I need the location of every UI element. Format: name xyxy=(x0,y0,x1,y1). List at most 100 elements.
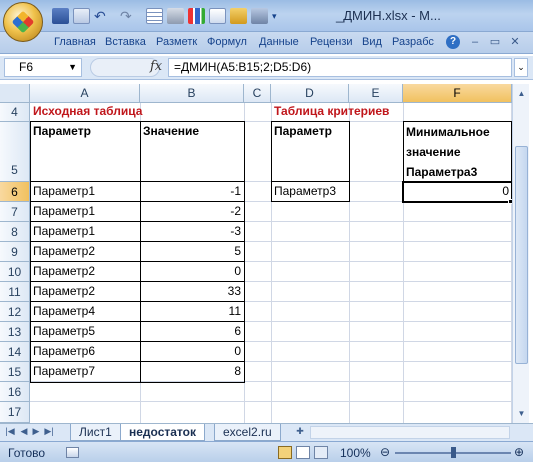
vertical-scrollbar[interactable]: ▲ ▼ xyxy=(512,84,529,423)
row-header-14[interactable]: 14 xyxy=(0,342,30,362)
tab-developer[interactable]: Разрабс xyxy=(392,36,434,48)
table-row-value[interactable]: 6 xyxy=(140,322,244,341)
cell-d6[interactable]: Параметр3 xyxy=(271,182,349,201)
tab-formulas[interactable]: Формул xyxy=(207,36,247,48)
insert-function-icon[interactable]: fx xyxy=(150,59,162,74)
sheet-tab-nedostatok[interactable]: недостаток xyxy=(120,424,205,441)
row-header-9[interactable]: 9 xyxy=(0,242,30,262)
sheet-tab-excel2[interactable]: excel2.ru xyxy=(214,424,281,441)
table-row-param[interactable]: Параметр1 xyxy=(30,222,140,241)
row-header-13[interactable]: 13 xyxy=(0,322,30,342)
row-header-7[interactable]: 7 xyxy=(0,202,30,222)
row-header-8[interactable]: 8 xyxy=(0,222,30,242)
hscroll-area[interactable] xyxy=(310,426,510,439)
cell-b5[interactable]: Значение xyxy=(140,122,244,141)
table-icon[interactable] xyxy=(146,8,163,24)
help-icon[interactable]: ? xyxy=(446,35,460,49)
column-header-c[interactable]: C xyxy=(244,84,271,103)
zoom-level[interactable]: 100% xyxy=(340,446,371,460)
table-row-value[interactable]: -3 xyxy=(140,222,244,241)
table-row-value[interactable]: 5 xyxy=(140,242,244,261)
cell-a5[interactable]: Параметр xyxy=(30,122,140,141)
column-header-a[interactable]: A xyxy=(30,84,140,103)
scroll-down-icon[interactable]: ▼ xyxy=(514,406,529,421)
cell-f5[interactable]: Минимальное значение Параметра3 xyxy=(403,122,512,182)
table-row-param[interactable]: Параметр2 xyxy=(30,242,140,261)
zoom-in-icon[interactable]: ⊕ xyxy=(514,445,524,459)
column-header-e[interactable]: E xyxy=(349,84,403,103)
row-header-6[interactable]: 6 xyxy=(0,182,30,202)
column-header-d[interactable]: D xyxy=(271,84,349,103)
tab-home[interactable]: Главная xyxy=(54,36,96,48)
row-header-17[interactable]: 17 xyxy=(0,402,30,423)
formula-input[interactable]: =ДМИН(A5:B15;2;D5:D6) xyxy=(168,58,512,77)
formula-bar: F6 ▼ =ДМИН(A5:B15;2;D5:D6) ⌄ xyxy=(0,56,533,80)
column-header-b[interactable]: B xyxy=(140,84,244,103)
active-cell-cursor[interactable] xyxy=(402,181,513,203)
page-layout-view-icon[interactable] xyxy=(296,446,310,459)
table-row-value[interactable]: 11 xyxy=(140,302,244,321)
table-row-param[interactable]: Параметр5 xyxy=(30,322,140,341)
undo-icon[interactable]: ↶ xyxy=(94,8,116,24)
prev-sheet-icon[interactable]: ◀ xyxy=(18,426,30,437)
table-row-value[interactable]: 0 xyxy=(140,262,244,281)
zoom-out-icon[interactable]: ⊖ xyxy=(380,445,390,459)
column-header-f[interactable]: F xyxy=(403,84,512,103)
ribbon-close-icon[interactable]: ✕ xyxy=(506,33,524,52)
scroll-up-icon[interactable]: ▲ xyxy=(514,86,529,101)
new-sheet-icon[interactable]: ✚ xyxy=(292,426,308,437)
ribbon-minimize-icon[interactable]: – xyxy=(466,33,484,52)
row-header-11[interactable]: 11 xyxy=(0,282,30,302)
row-header-15[interactable]: 15 xyxy=(0,362,30,382)
first-sheet-icon[interactable]: |◀ xyxy=(4,426,16,437)
table-row-param[interactable]: Параметр1 xyxy=(30,182,140,201)
table-row-param[interactable]: Параметр1 xyxy=(30,202,140,221)
table-row-value[interactable]: -2 xyxy=(140,202,244,221)
tab-insert[interactable]: Вставка xyxy=(105,36,146,48)
print-icon[interactable] xyxy=(167,8,184,24)
chart-icon[interactable] xyxy=(188,8,205,24)
customize-qat-icon[interactable]: ▾ xyxy=(272,8,282,24)
chevron-down-icon[interactable]: ▼ xyxy=(68,59,77,76)
table-row-param[interactable]: Параметр2 xyxy=(30,262,140,281)
table-row-value[interactable]: -1 xyxy=(140,182,244,201)
row-header-16[interactable]: 16 xyxy=(0,382,30,402)
sheet-tab-list1[interactable]: Лист1 xyxy=(70,424,121,441)
page-break-view-icon[interactable] xyxy=(314,446,328,459)
table-row-param[interactable]: Параметр4 xyxy=(30,302,140,321)
macro-record-icon[interactable] xyxy=(66,447,79,458)
row-header-4[interactable]: 4 xyxy=(0,103,30,122)
table-row-param[interactable]: Параметр7 xyxy=(30,362,140,381)
office-button[interactable] xyxy=(3,2,43,42)
tab-data[interactable]: Данные xyxy=(259,36,299,48)
cell-a4[interactable]: Исходная таблица xyxy=(30,102,244,121)
tab-page-layout[interactable]: Разметк xyxy=(156,36,197,48)
name-box[interactable]: F6 ▼ xyxy=(4,58,82,77)
table-row-param[interactable]: Параметр2 xyxy=(30,282,140,301)
camera-icon[interactable] xyxy=(251,8,268,24)
select-all-corner[interactable] xyxy=(0,84,30,103)
table-row-value[interactable]: 0 xyxy=(140,342,244,361)
next-sheet-icon[interactable]: ▶ xyxy=(30,426,42,437)
table-row-param[interactable]: Параметр6 xyxy=(30,342,140,361)
cell-d5[interactable]: Параметр xyxy=(271,122,349,141)
scroll-thumb[interactable] xyxy=(515,146,528,364)
cell-d4[interactable]: Таблица критериев xyxy=(271,102,431,121)
expand-formula-bar-icon[interactable]: ⌄ xyxy=(514,58,528,77)
table-row-value[interactable]: 33 xyxy=(140,282,244,301)
row-header-5[interactable]: 5 xyxy=(0,122,30,182)
row-header-10[interactable]: 10 xyxy=(0,262,30,282)
filter-icon[interactable] xyxy=(230,8,247,24)
zoom-slider-knob[interactable] xyxy=(451,447,456,458)
last-sheet-icon[interactable]: ▶| xyxy=(43,426,55,437)
table-row-value[interactable]: 8 xyxy=(140,362,244,381)
sort-icon[interactable] xyxy=(209,8,226,24)
tab-review[interactable]: Рецензи xyxy=(310,36,353,48)
save-icon[interactable] xyxy=(52,8,69,24)
edit-icon[interactable] xyxy=(73,8,90,24)
row-header-12[interactable]: 12 xyxy=(0,302,30,322)
normal-view-icon[interactable] xyxy=(278,446,292,459)
redo-icon[interactable]: ↷ xyxy=(120,8,142,24)
tab-view[interactable]: Вид xyxy=(362,36,382,48)
ribbon-restore-icon[interactable]: ▭ xyxy=(486,33,504,52)
